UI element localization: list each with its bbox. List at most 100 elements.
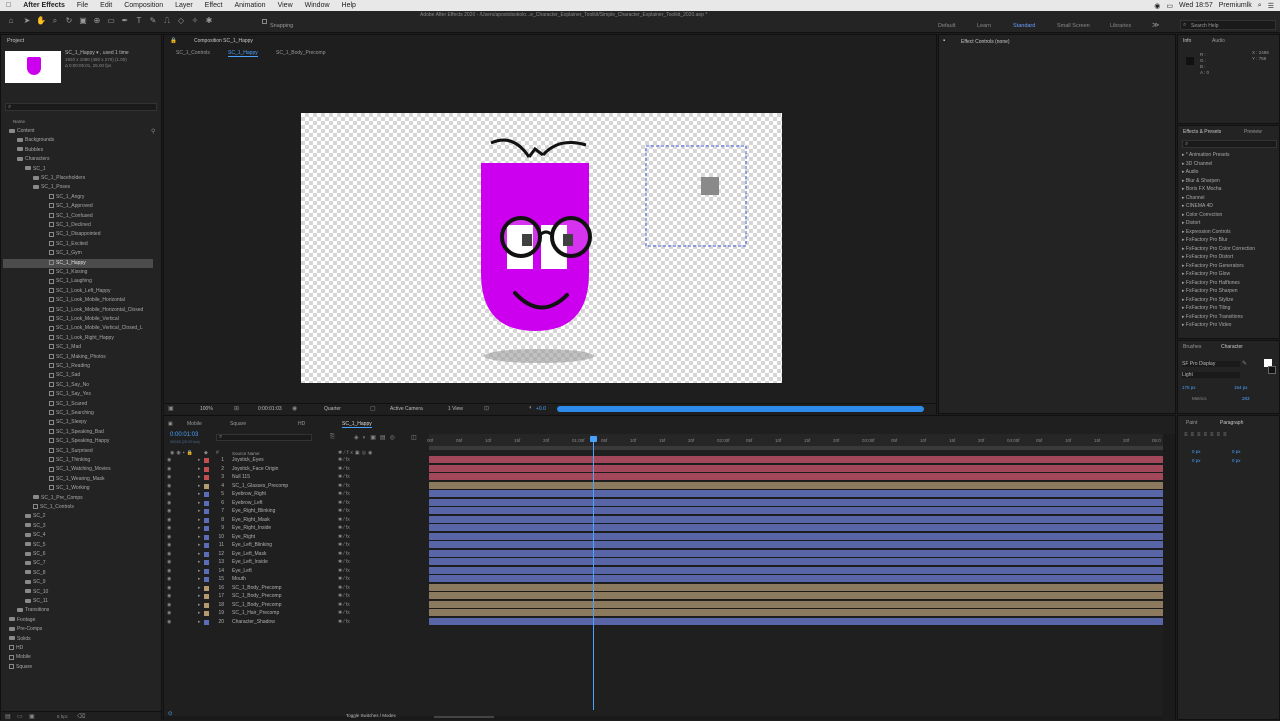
layer-label-color[interactable]	[204, 492, 209, 497]
eraser-tool-icon[interactable]: ◇	[176, 16, 186, 26]
layer-switches[interactable]: ✱ ⁄ fx	[338, 507, 350, 516]
timeline-layer-row[interactable]: ◉ ▸ 19 SC_1_Hair_Precomp ✱ ⁄ fx	[164, 609, 428, 618]
layer-switches[interactable]: ✱ ⁄ fx	[338, 524, 350, 533]
visibility-eye-icon[interactable]: ◉	[167, 541, 171, 550]
expand-arrow-icon[interactable]: ▸	[198, 550, 201, 559]
effect-category-item[interactable]: ▸ Blur & Sharpen	[1182, 178, 1220, 184]
search-icon[interactable]: ⌕	[1258, 2, 1262, 10]
expand-arrow-icon[interactable]: ▸	[198, 584, 201, 593]
always-preview-icon[interactable]: ▣	[168, 405, 174, 412]
breadcrumb-controls[interactable]: SC_1_Controls	[176, 50, 210, 56]
font-family-select[interactable]: SF Pro Display	[1182, 361, 1240, 367]
project-comp-item[interactable]: SC_1_Look_Right_Happy	[3, 334, 114, 343]
layer-duration-bar[interactable]	[429, 566, 1163, 575]
layer-name[interactable]: Eye_Right	[232, 533, 255, 542]
tab-square[interactable]: Square	[230, 421, 246, 427]
effect-category-item[interactable]: ▸ FxFactory Pro Blur	[1182, 237, 1228, 243]
expand-arrow-icon[interactable]: ▸	[198, 516, 201, 525]
stroke-color-swatch[interactable]	[1268, 366, 1276, 374]
layer-duration-bar[interactable]	[429, 464, 1163, 473]
effects-search-input[interactable]: ⌕	[1182, 140, 1277, 148]
project-folder-item[interactable]: SC_8	[3, 569, 46, 578]
project-comp-item[interactable]: SC_1_Happy	[3, 258, 153, 268]
project-comp-item[interactable]: Mobile	[3, 653, 31, 662]
layer-label-color[interactable]	[204, 509, 209, 514]
timeline-layer-row[interactable]: ◉ ▸ 1 Joystick_Eyes ✱ ⁄ fx	[164, 456, 428, 465]
layer-label-color[interactable]	[204, 594, 209, 599]
expand-arrow-icon[interactable]: ▸	[198, 507, 201, 516]
project-folder-item[interactable]: Content	[3, 127, 35, 136]
effect-category-item[interactable]: ▸ * Animation Presets	[1182, 152, 1230, 158]
expand-arrow-icon[interactable]: ▸	[198, 592, 201, 601]
pen-tool-icon[interactable]: ✒	[120, 16, 130, 26]
project-folder-item[interactable]: SC_1	[3, 165, 46, 174]
project-panel-title[interactable]: Project	[7, 38, 24, 44]
exposure-value[interactable]: +0.0	[536, 406, 546, 412]
project-comp-item[interactable]: SC_1_Watching_Movies	[3, 465, 111, 474]
project-comp-item[interactable]: SC_1_Declined	[3, 221, 91, 230]
timeline-layer-row[interactable]: ◉ ▸ 14 Eye_Left ✱ ⁄ fx	[164, 567, 428, 576]
expand-arrow-icon[interactable]: ▸	[198, 618, 201, 627]
tab-preview[interactable]: Preview	[1244, 129, 1262, 135]
tab-hd[interactable]: HD	[298, 421, 305, 427]
camera-tool-icon[interactable]: ▣	[78, 16, 88, 26]
timeline-layer-row[interactable]: ◉ ▸ 2 Joystick_Face Origin ✱ ⁄ fx	[164, 465, 428, 474]
expand-arrow-icon[interactable]: ▸	[198, 482, 201, 491]
layer-duration-bar[interactable]	[429, 498, 1163, 507]
effect-category-item[interactable]: ▸ FxFactory Pro Glow	[1182, 271, 1230, 277]
align-buttons[interactable]: ≡≡≡≡≡≡≡	[1184, 432, 1230, 438]
layer-label-color[interactable]	[204, 611, 209, 616]
view-layout-select[interactable]: 1 View	[448, 406, 463, 412]
layer-switches[interactable]: ✱ ⁄ fx	[338, 482, 350, 491]
layer-duration-bar[interactable]	[429, 549, 1163, 558]
project-folder-item[interactable]: Characters	[3, 155, 49, 164]
expand-arrow-icon[interactable]: ▸	[198, 541, 201, 550]
timeline-layer-row[interactable]: ◉ ▸ 7 Eye_Right_Blinking ✱ ⁄ fx	[164, 507, 428, 516]
workspace-standard[interactable]: Standard	[1013, 23, 1035, 29]
project-comp-item[interactable]: SC_1_Look_Mobile_Horizontal	[3, 296, 125, 305]
visibility-eye-icon[interactable]: ◉	[167, 558, 171, 567]
eyedropper-icon[interactable]: ✎	[1242, 360, 1247, 367]
expand-arrow-icon[interactable]: ▸	[198, 465, 201, 474]
apple-icon[interactable]: 	[0, 2, 17, 9]
visibility-eye-icon[interactable]: ◉	[167, 550, 171, 559]
work-area-bar[interactable]	[429, 446, 1163, 450]
graph-editor-icon[interactable]: ◫	[411, 434, 417, 441]
project-folder-item[interactable]: SC_2	[3, 512, 46, 521]
project-comp-item[interactable]: SC_1_Gym	[3, 249, 82, 258]
project-folder-item[interactable]: Backgrounds	[3, 136, 54, 145]
tab-mobile[interactable]: Mobile	[187, 421, 202, 427]
tab-sc1-happy[interactable]: SC_1_Happy	[342, 421, 372, 428]
layer-duration-bar[interactable]	[429, 592, 1163, 600]
layer-switches[interactable]: ✱ ⁄ fx	[338, 490, 350, 499]
workspace-libraries[interactable]: Libraries	[1110, 23, 1131, 29]
layer-label-color[interactable]	[204, 568, 209, 574]
project-comp-item[interactable]: SC_1_Wearing_Mask	[3, 475, 105, 484]
timeline-scrollbar[interactable]	[1163, 434, 1175, 720]
timeline-layer-row[interactable]: ◉ ▸ 13 Eye_Left_Inside ✱ ⁄ fx	[164, 558, 428, 567]
character-artwork[interactable]	[301, 113, 782, 383]
layer-switches[interactable]: ✱ ⁄ fx	[338, 592, 350, 601]
timeline-switch-icons[interactable]: ◈◐▣▤◎	[354, 434, 399, 441]
effect-category-item[interactable]: ▸ FxFactory Pro Tiling	[1182, 305, 1230, 311]
effect-category-item[interactable]: ▸ 3D Channel	[1182, 161, 1212, 167]
new-comp-icon[interactable]: ▣	[29, 713, 35, 720]
tab-paragraph[interactable]: Paragraph	[1220, 420, 1243, 426]
project-comp-item[interactable]: SC_1_Disappointed	[3, 230, 100, 239]
menu-effect[interactable]: Effect	[199, 2, 229, 9]
layer-label-color[interactable]	[204, 602, 209, 608]
workspace-learn[interactable]: Learn	[977, 23, 991, 29]
zoom-tool-icon[interactable]: ⌕	[50, 16, 60, 26]
roto-tool-icon[interactable]: ✧	[190, 16, 200, 26]
visibility-eye-icon[interactable]: ◉	[167, 490, 171, 499]
menu-help[interactable]: Help	[336, 2, 362, 9]
exposure-icon[interactable]: ◐	[529, 405, 533, 411]
effect-controls-title[interactable]: Effect Controls (none)	[961, 39, 1010, 45]
toggle-switches-modes[interactable]: Toggle Switches / Modes	[346, 713, 396, 718]
layer-switches[interactable]: ✱ ⁄ fx	[338, 533, 350, 542]
comp-canvas[interactable]	[301, 113, 782, 383]
layer-name[interactable]: SC_1_Hair_Precomp	[232, 609, 279, 618]
battery-icon[interactable]: ▭	[1166, 2, 1173, 10]
layer-switches[interactable]: ✱ ⁄ fx	[338, 541, 350, 550]
tab-info[interactable]: Info	[1183, 38, 1191, 44]
